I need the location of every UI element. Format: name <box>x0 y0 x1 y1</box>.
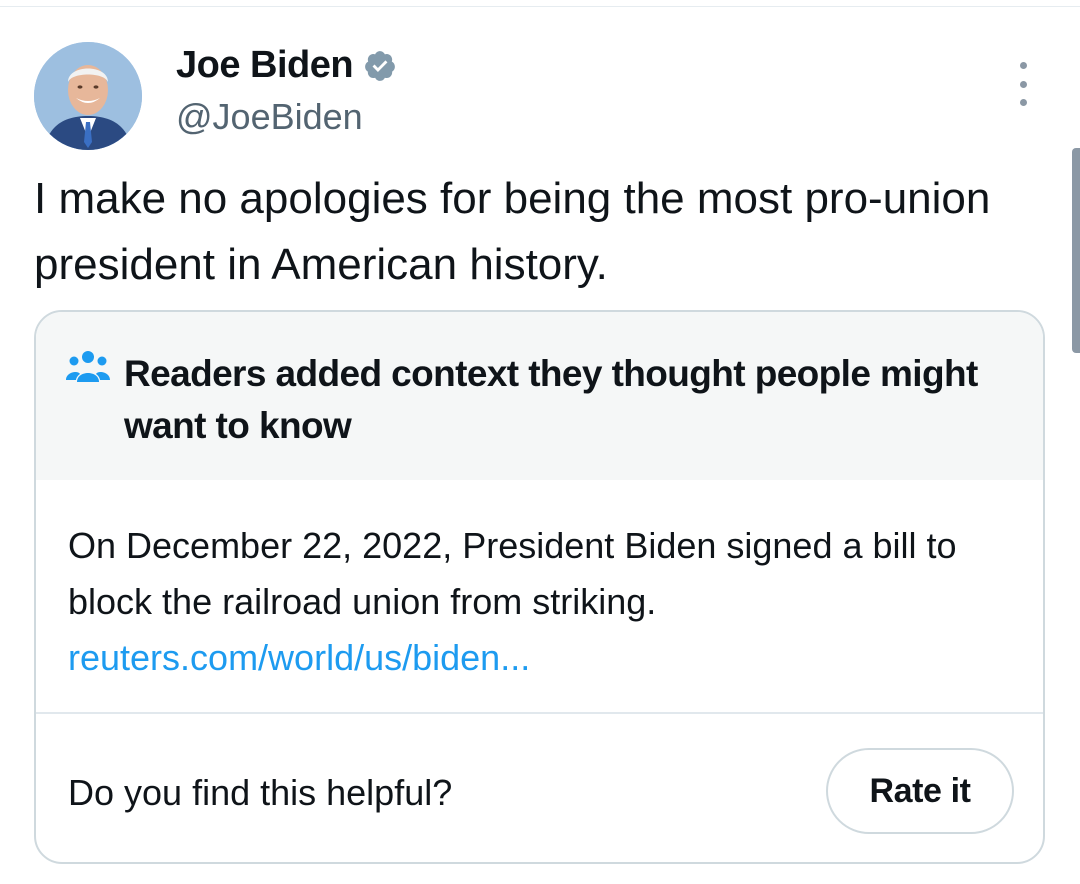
tweet-text: I make no apologies for being the most p… <box>34 174 991 289</box>
note-body-text: On December 22, 2022, President Biden si… <box>68 525 957 622</box>
author-handle[interactable]: @JoeBiden <box>176 96 363 138</box>
more-dot <box>1019 80 1027 88</box>
more-dot <box>1019 99 1027 106</box>
avatar[interactable] <box>34 42 142 150</box>
author-row: Joe Biden <box>176 44 397 87</box>
author-name[interactable]: Joe Biden <box>176 44 354 87</box>
rate-it-button[interactable]: Rate it <box>826 748 1014 834</box>
community-note-card: Readers added context they thought peopl… <box>34 310 1045 864</box>
top-divider <box>0 6 1080 7</box>
helpful-question: Do you find this helpful? <box>68 772 453 813</box>
note-body: On December 22, 2022, President Biden si… <box>68 518 1018 686</box>
avatar-portrait <box>34 42 142 150</box>
people-icon <box>66 348 110 386</box>
scrollbar[interactable] <box>1072 148 1080 353</box>
note-divider <box>36 712 1043 714</box>
note-source-link[interactable]: reuters.com/world/us/biden... <box>68 630 1018 686</box>
verified-badge-icon[interactable] <box>363 49 397 83</box>
more-dot <box>1019 62 1027 69</box>
note-title: Readers added context they thought peopl… <box>124 353 978 446</box>
more-options-icon[interactable] <box>1008 62 1038 106</box>
note-header: Readers added context they thought peopl… <box>36 312 1043 480</box>
